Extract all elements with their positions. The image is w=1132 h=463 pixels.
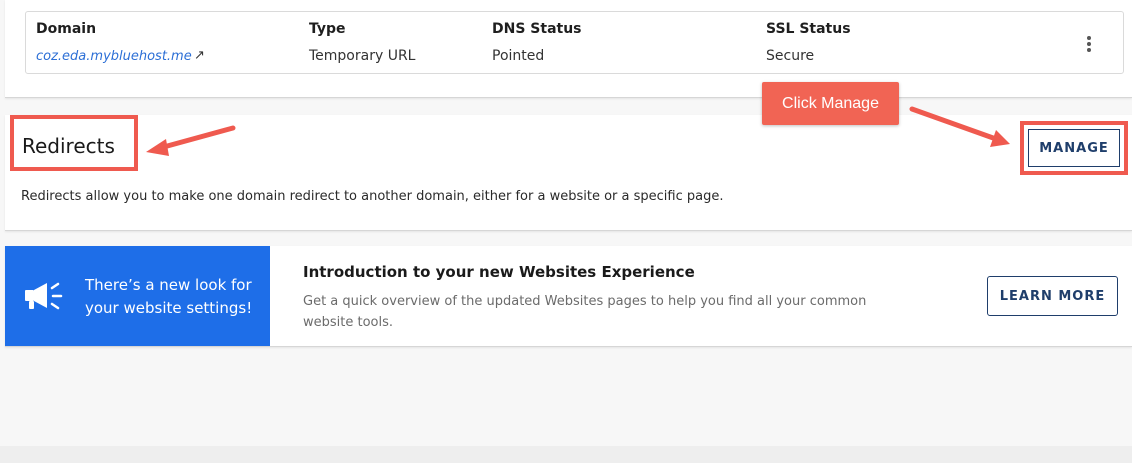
promo-banner-text: There’s a new look for your website sett…: [85, 276, 253, 317]
column-header-type: Type: [309, 21, 346, 37]
domain-link[interactable]: coz.eda.mybluehost.me: [36, 49, 192, 64]
domain-type: Temporary URL: [309, 48, 416, 64]
domains-card: Domain Type DNS Status SSL Status coz.ed…: [5, 0, 1132, 98]
learn-more-button[interactable]: LEARN MORE: [987, 276, 1118, 316]
redirects-card: Redirects Redirects allow you to make on…: [5, 115, 1132, 231]
external-link-icon[interactable]: ↗: [194, 48, 205, 63]
promo-title: Introduction to your new Websites Experi…: [303, 263, 695, 281]
kebab-menu-icon[interactable]: [1086, 36, 1092, 56]
promo-card: There’s a new look for your website sett…: [5, 246, 1132, 347]
megaphone-icon: [25, 282, 63, 310]
column-header-dns-status: DNS Status: [492, 21, 582, 37]
click-manage-callout: Click Manage: [762, 82, 899, 125]
ssl-status-value: Secure: [766, 48, 815, 64]
promo-banner: There’s a new look for your website sett…: [5, 246, 270, 346]
promo-description: Get a quick overview of the updated Webs…: [303, 294, 867, 330]
redirects-title: Redirects: [22, 134, 115, 158]
redirects-description: Redirects allow you to make one domain r…: [21, 189, 724, 204]
page-footer-area: [0, 446, 1132, 463]
manage-button[interactable]: MANAGE: [1028, 129, 1120, 167]
column-header-ssl-status: SSL Status: [766, 21, 851, 37]
dns-status-value: Pointed: [492, 48, 545, 64]
manage-highlight-box: MANAGE: [1020, 121, 1128, 175]
column-header-domain: Domain: [36, 21, 97, 37]
domains-table: Domain Type DNS Status SSL Status coz.ed…: [25, 11, 1124, 74]
